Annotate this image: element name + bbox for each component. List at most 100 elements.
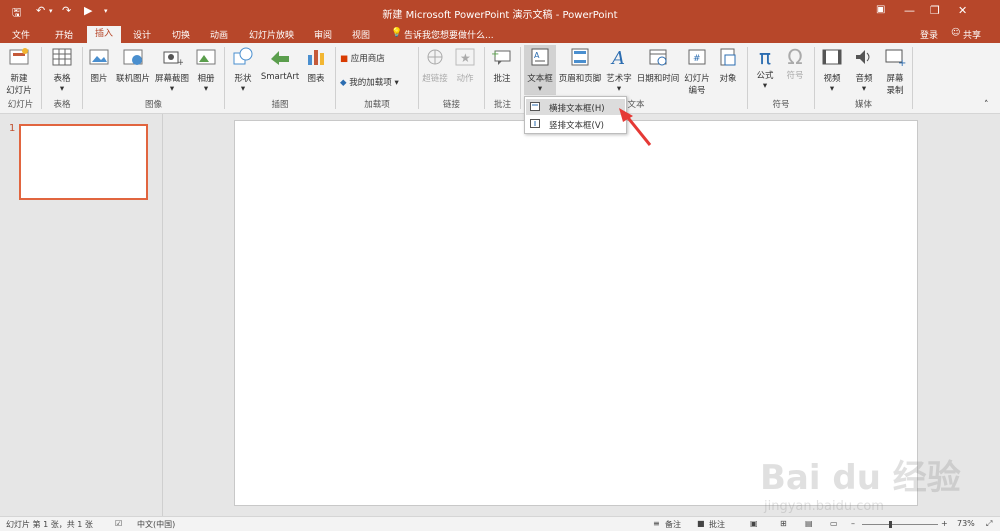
svg-text:+: +	[177, 58, 183, 67]
table-button[interactable]: 表格 ▾	[47, 47, 77, 94]
symbol-button[interactable]: Ω 符号	[782, 47, 808, 81]
horizontal-textbox-item[interactable]: 横排文本框(H)	[526, 99, 625, 115]
header-footer-icon	[571, 48, 589, 66]
tab-design[interactable]: 设计	[133, 28, 151, 41]
spellcheck-icon[interactable]: ☑	[115, 519, 122, 528]
photo-album-icon	[196, 49, 216, 65]
new-slide-label-1: 新建	[10, 74, 28, 84]
comments-button[interactable]: 批注	[709, 519, 725, 530]
slide-thumbnail[interactable]	[19, 124, 148, 200]
slide-number-button[interactable]: # 幻灯片 编号	[682, 47, 712, 96]
group-label-illustrations: 插图	[271, 100, 289, 110]
hyperlink-button[interactable]: 超链接	[421, 47, 449, 84]
tab-view[interactable]: 视图	[352, 28, 370, 41]
tell-me-box[interactable]: 告诉我您想要做什么...	[404, 28, 494, 41]
svg-text:#: #	[693, 54, 701, 64]
svg-text:A: A	[534, 51, 540, 60]
notes-button[interactable]: 备注	[665, 519, 681, 530]
tab-file[interactable]: 文件	[12, 28, 30, 41]
zoom-slider[interactable]	[862, 521, 938, 528]
zoom-out-icon[interactable]: –	[851, 519, 855, 528]
svg-text:★: ★	[460, 51, 471, 65]
online-pictures-label: 联机图片	[115, 74, 150, 84]
slide-number: 1	[9, 123, 16, 134]
pictures-button[interactable]: 图片	[86, 47, 112, 84]
tab-animations[interactable]: 动画	[210, 28, 228, 41]
smartart-label: SmartArt	[260, 72, 300, 82]
wordart-button[interactable]: A 艺术字 ▾	[604, 47, 634, 94]
tab-insert[interactable]: 插入	[87, 26, 122, 43]
chart-label: 图表	[307, 74, 325, 84]
zoom-slider-thumb[interactable]	[889, 521, 892, 528]
vertical-textbox-label: 竖排文本框(V)	[549, 121, 604, 131]
chart-button[interactable]: 图表	[303, 47, 329, 84]
minimize-icon[interactable]: —	[904, 4, 915, 17]
login-link[interactable]: 登录	[920, 28, 938, 41]
slide-sorter-icon[interactable]: ⊞	[780, 519, 787, 528]
screen-recording-button[interactable]: + 屏幕 录制	[881, 47, 909, 96]
smartart-button[interactable]: SmartArt	[258, 47, 302, 82]
screenshot-button[interactable]: + 屏幕截图 ▾	[153, 47, 191, 94]
chevron-down-icon: ▾	[394, 78, 399, 88]
screen-recording-label-2: 录制	[886, 86, 904, 96]
action-button[interactable]: ★ 动作	[451, 47, 479, 84]
tab-slideshow[interactable]: 幻灯片放映	[249, 28, 294, 41]
group-label-addins: 加载项	[364, 100, 390, 110]
shapes-button[interactable]: 形状 ▾	[229, 47, 257, 94]
close-icon[interactable]: ✕	[958, 4, 967, 17]
ribbon-tabs: 文件 开始 插入 设计 切换 动画 幻灯片放映 审阅 视图 💡 告诉我您想要做什…	[0, 25, 1000, 43]
slideshow-view-icon[interactable]: ▭	[830, 519, 838, 528]
header-footer-button[interactable]: 页眉和页脚	[557, 47, 603, 84]
share-button[interactable]: 共享	[963, 28, 981, 41]
screenshot-label: 屏幕截图	[154, 74, 189, 84]
new-slide-label-2: 幻灯片	[6, 86, 32, 96]
textbox-button[interactable]: A 文本框 ▾	[524, 45, 556, 95]
fit-slide-icon[interactable]: ⤢	[986, 519, 992, 529]
chevron-down-icon: ▾	[537, 84, 543, 94]
ribbon-display-options-icon[interactable]: ▣	[876, 4, 885, 15]
vertical-textbox-icon	[530, 119, 540, 131]
online-picture-icon	[123, 49, 143, 65]
comment-button[interactable]: + 批注	[488, 47, 516, 84]
object-button[interactable]: 对象	[714, 47, 742, 84]
group-label-slides: 幻灯片	[7, 100, 34, 110]
video-button[interactable]: 视频 ▾	[818, 47, 846, 94]
collapse-ribbon-icon[interactable]: ˄	[984, 100, 989, 110]
wordart-icon: A	[610, 48, 625, 69]
svg-text:+: +	[491, 49, 499, 60]
online-pictures-button[interactable]: 联机图片	[114, 47, 152, 84]
zoom-level[interactable]: 73%	[957, 519, 975, 528]
zoom-in-icon[interactable]: +	[941, 519, 948, 528]
group-label-links: 链接	[442, 100, 460, 110]
date-time-button[interactable]: 日期和时间	[635, 47, 681, 84]
divider	[520, 47, 521, 109]
equation-button[interactable]: π 公式 ▾	[752, 47, 778, 91]
group-label-images: 图像	[144, 100, 162, 110]
my-addins-button[interactable]: ◆ 我的加载项 ▾	[340, 76, 415, 88]
action-label: 动作	[456, 74, 474, 84]
video-label: 视频	[823, 74, 841, 84]
slide-canvas[interactable]	[234, 120, 918, 506]
status-bar: 幻灯片 第 1 张，共 1 张 ☑ 中文(中国) ≡ 备注 ■ 批注 ▣ ⊞ ▤…	[0, 516, 1000, 531]
wordart-label: 艺术字	[606, 74, 632, 84]
reading-view-icon[interactable]: ▤	[805, 519, 813, 528]
normal-view-icon[interactable]: ▣	[750, 519, 758, 528]
vertical-textbox-item[interactable]: 竖排文本框(V)	[526, 116, 625, 132]
comments-icon: ■	[697, 519, 705, 528]
chevron-down-icon: ▾	[762, 81, 768, 91]
tab-review[interactable]: 审阅	[314, 28, 332, 41]
maximize-icon[interactable]: ❐	[930, 4, 940, 17]
photo-album-button[interactable]: 相册 ▾	[193, 47, 219, 94]
language-indicator[interactable]: 中文(中国)	[137, 519, 175, 530]
store-button[interactable]: ■ 应用商店	[340, 52, 400, 64]
tab-home[interactable]: 开始	[55, 28, 73, 41]
picture-icon	[89, 49, 109, 65]
tab-transitions[interactable]: 切换	[172, 28, 190, 41]
new-slide-button[interactable]: 新建 幻灯片	[3, 47, 35, 96]
audio-label: 音频	[855, 74, 873, 84]
group-label-comments: 批注	[493, 100, 511, 110]
lightbulb-icon: 💡	[391, 28, 403, 38]
screen-recording-label-1: 屏幕	[886, 74, 904, 84]
header-footer-label: 页眉和页脚	[558, 74, 602, 84]
audio-button[interactable]: 音频 ▾	[850, 47, 878, 94]
